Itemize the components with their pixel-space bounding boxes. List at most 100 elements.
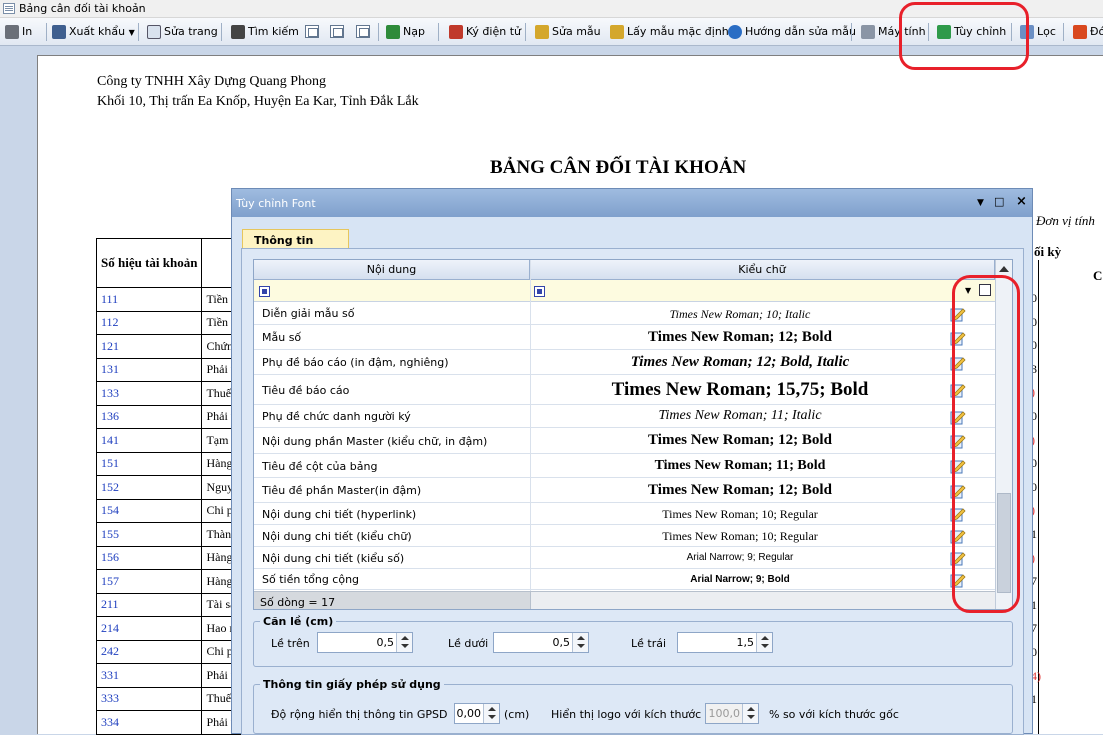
spinner-arrows-icon[interactable] <box>483 704 499 723</box>
maximize-icon[interactable]: □ <box>994 195 1004 208</box>
account-code[interactable]: 111 <box>95 287 203 312</box>
load-button[interactable]: Nạp <box>384 23 425 41</box>
account-code[interactable]: 334 <box>95 710 203 735</box>
font-setting-row[interactable]: Phụ đề báo cáo (in đậm, nghiêng) Times Ne… <box>254 350 995 375</box>
account-code[interactable]: 157 <box>95 569 203 594</box>
dialog-title-bar[interactable]: Tùy chỉnh Font ▼ □ × <box>232 189 1032 217</box>
edit-page-button[interactable]: Sửa trang <box>145 23 218 41</box>
setting-content: Tiêu đề cột của bảng <box>262 459 378 473</box>
report-title: BẢNG CÂN ĐỐI TÀI KHOẢN <box>490 157 747 178</box>
font-setting-row[interactable]: Nội dung chi tiết (kiểu chữ) Times New Ro… <box>254 525 995 547</box>
account-code[interactable]: 121 <box>95 334 203 359</box>
spinner-arrows-icon[interactable] <box>572 633 588 652</box>
account-code[interactable]: 155 <box>95 522 203 547</box>
setting-font: Times New Roman; 10; Italic <box>669 306 811 321</box>
page-fit-icon[interactable] <box>356 25 370 38</box>
scroll-up-icon[interactable] <box>999 266 1009 272</box>
account-code[interactable]: 136 <box>95 404 203 429</box>
toolbar-separator <box>46 23 47 41</box>
setting-content: Nội dung chi tiết (kiểu số) <box>262 551 405 565</box>
page-single-icon[interactable] <box>330 25 344 38</box>
account-code[interactable]: 154 <box>95 498 203 523</box>
top-margin-spinner[interactable]: 0,5 <box>317 632 413 653</box>
setting-font: Arial Narrow; 9; Bold <box>690 573 790 585</box>
font-setting-row[interactable]: Diễn giải mẫu số Times New Roman; 10; Ita… <box>254 302 995 325</box>
top-margin-value: 0,5 <box>376 636 395 649</box>
account-code[interactable]: 151 <box>95 451 203 476</box>
print-button[interactable]: In <box>3 23 32 41</box>
account-code[interactable]: 156 <box>95 545 203 570</box>
export-button[interactable]: Xuất khẩu ▼ <box>50 23 135 41</box>
setting-font: Times New Roman; 10; Regular <box>662 529 818 544</box>
pencil-icon <box>610 25 624 39</box>
filter-font-icon[interactable] <box>534 286 545 297</box>
bottom-margin-spinner[interactable]: 0,5 <box>493 632 589 653</box>
font-setting-row[interactable]: Nội dung phần Master (kiểu chữ, in đậm) T… <box>254 428 995 454</box>
account-code[interactable]: 211 <box>95 592 203 617</box>
left-margin-spinner[interactable]: 1,5 <box>677 632 773 653</box>
logo-size-label: Hiển thị logo với kích thước = <box>551 708 714 721</box>
toolbar-separator <box>378 23 379 41</box>
spinner-arrows-icon[interactable] <box>396 633 412 652</box>
setting-font: Times New Roman; 12; Bold <box>648 328 832 345</box>
help-icon <box>728 25 742 39</box>
window-app-icon <box>3 3 15 14</box>
tab-general-info-panel: Nội dung Kiểu chữ ▼ Diễn giải mẫu số Time… <box>241 248 1024 735</box>
account-code[interactable]: 141 <box>95 428 203 453</box>
license-width-value: 0,00 <box>456 707 482 720</box>
left-margin-label: Lề trái <box>631 637 667 650</box>
search-button[interactable]: Tìm kiếm <box>229 23 299 41</box>
unit-label: Đơn vị tính <box>1036 213 1095 228</box>
font-setting-row[interactable]: Số tiền tổng cộng Arial Narrow; 9; Bold <box>254 569 995 590</box>
edit-page-icon <box>147 25 161 39</box>
font-setting-row[interactable]: Nội dung chi tiết (kiểu số) Arial Narrow;… <box>254 547 995 569</box>
spinner-arrows-icon[interactable] <box>756 633 772 652</box>
account-code[interactable]: 331 <box>95 663 203 688</box>
license-group: Thông tin giấy phép sử dụng <box>253 678 1013 734</box>
font-grid: Nội dung Kiểu chữ ▼ Diễn giải mẫu số Time… <box>253 259 1013 610</box>
account-code[interactable]: 133 <box>95 381 203 406</box>
customize-font-dialog: Tùy chỉnh Font ▼ □ × Thông tin chung Nội… <box>231 188 1033 735</box>
tab-general-info[interactable]: Thông tin chung <box>242 229 349 260</box>
font-setting-row[interactable]: Mẫu số Times New Roman; 12; Bold <box>254 325 995 350</box>
top-margin-label: Lề trên <box>271 637 310 650</box>
dialog-menu-arrow-icon[interactable]: ▼ <box>977 198 984 208</box>
font-setting-row[interactable]: Phụ đề chức danh người ký Times New Roman… <box>254 405 995 428</box>
font-setting-row[interactable]: Tiêu đề phần Master(in đậm) Times New Rom… <box>254 478 995 503</box>
close-report-button[interactable]: Đó <box>1071 23 1103 41</box>
account-code[interactable]: 214 <box>95 616 203 641</box>
account-no-header: Số hiệu tài khoản <box>95 238 203 288</box>
column-content-header[interactable]: Nội dung <box>254 260 530 280</box>
account-code[interactable]: 112 <box>95 310 203 335</box>
guide-button[interactable]: Hướng dẫn sửa mẫu <box>726 23 856 41</box>
account-code[interactable]: 152 <box>95 475 203 500</box>
setting-font: Times New Roman; 12; Bold <box>648 481 832 498</box>
window-title: Bảng cân đối tài khoản <box>19 2 146 15</box>
setting-font: Times New Roman; 10; Regular <box>662 507 818 522</box>
calculator-icon <box>861 25 875 39</box>
edit-template-button[interactable]: Sửa mẫu <box>533 23 601 41</box>
esign-button[interactable]: Ký điện tử <box>447 23 521 41</box>
bottom-margin-label: Lề dưới <box>448 637 489 650</box>
chevron-down-icon[interactable]: ▼ <box>129 28 135 37</box>
signature-icon <box>449 25 463 39</box>
filter-content-icon[interactable] <box>259 286 270 297</box>
license-legend: Thông tin giấy phép sử dụng <box>263 678 441 691</box>
font-setting-row[interactable]: Tiêu đề báo cáo Times New Roman; 15,75; B… <box>254 375 995 405</box>
license-width-spinner[interactable]: 0,00 <box>454 703 500 724</box>
setting-font: Times New Roman; 15,75; Bold <box>611 379 869 401</box>
close-icon[interactable]: × <box>1016 194 1027 209</box>
closing-period-header: ối kỳ <box>1034 244 1062 259</box>
account-code[interactable]: 242 <box>95 639 203 664</box>
column-font-header[interactable]: Kiểu chữ <box>530 260 995 280</box>
page-layout-icon[interactable] <box>305 25 319 38</box>
font-setting-row[interactable]: Nội dung chi tiết (hyperlink) Times New R… <box>254 503 995 525</box>
account-code[interactable]: 333 <box>95 686 203 711</box>
default-template-button[interactable]: Lấy mẫu mặc định <box>608 23 729 41</box>
annotation-customize-highlight <box>899 2 1029 70</box>
account-code[interactable]: 131 <box>95 357 203 382</box>
font-setting-row[interactable]: Tiêu đề cột của bảng Times New Roman; 11;… <box>254 454 995 478</box>
grid-column-divider <box>530 260 531 609</box>
setting-content: Phụ đề báo cáo (in đậm, nghiêng) <box>262 356 449 369</box>
printer-icon <box>5 25 19 39</box>
